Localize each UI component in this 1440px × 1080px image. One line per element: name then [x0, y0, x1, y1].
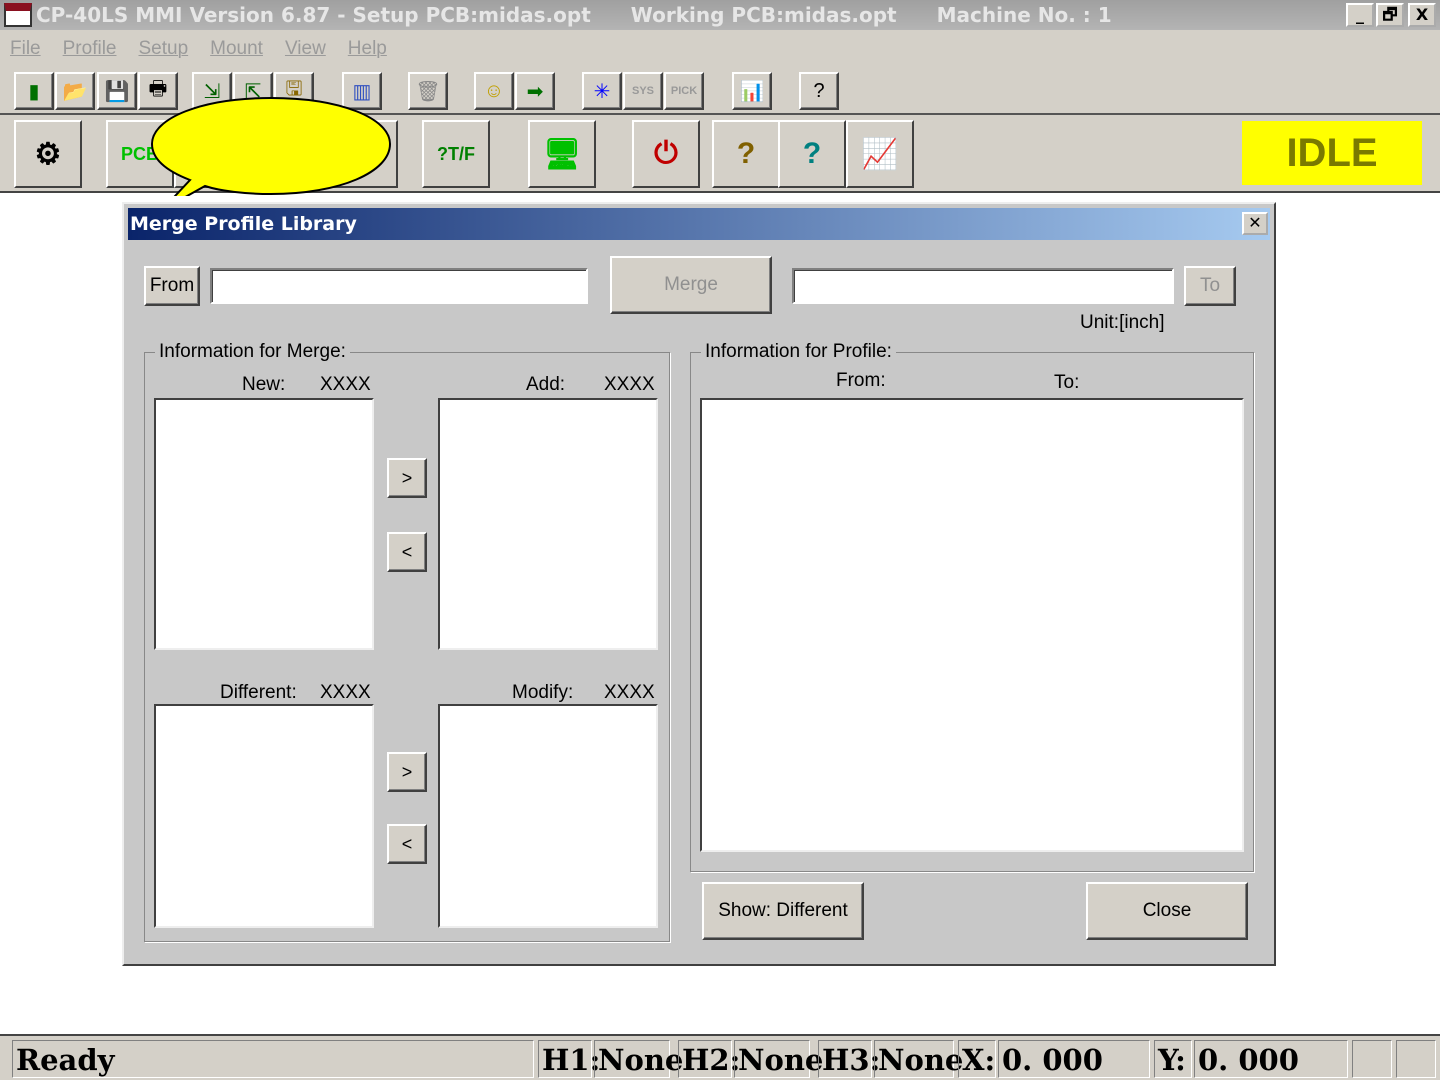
feeder-help-button[interactable]: ? [712, 120, 780, 188]
menu-bar: File Profile Setup Mount View Help [0, 30, 1440, 68]
callout-bubble [150, 96, 392, 196]
stats-help-icon: 📈 [861, 137, 899, 171]
monitor-button[interactable]: 🖥 [528, 120, 596, 188]
smiley-icon: ☺ [483, 79, 505, 102]
help-button[interactable]: ? [799, 72, 839, 110]
x-value: 0. 000 [998, 1040, 1150, 1078]
new-count: XXXX [320, 374, 371, 395]
nozzle-help-icon: ? [802, 137, 822, 170]
pick-button[interactable]: PICK [664, 72, 704, 110]
merge-button[interactable]: Merge [610, 256, 772, 314]
different-list[interactable] [154, 704, 374, 928]
different-count: XXXX [320, 682, 371, 703]
menu-file[interactable]: File [10, 38, 41, 60]
close-button[interactable]: Close [1086, 882, 1248, 940]
sys-button[interactable]: SYS [623, 72, 663, 110]
minimize-button[interactable]: _ [1346, 3, 1374, 27]
add-list[interactable] [438, 398, 658, 650]
h1-label: H1: [538, 1040, 600, 1078]
menu-view[interactable]: View [285, 38, 326, 60]
status-pane-extra-2 [1396, 1040, 1436, 1078]
h3-value: None [874, 1040, 963, 1078]
component-button[interactable]: ⚙ [14, 120, 82, 188]
dialog-title: Merge Profile Library [128, 208, 1270, 240]
exit-icon: ➡ [526, 80, 544, 103]
save-icon: 💾 [104, 80, 130, 103]
sys-icon: SYS [631, 85, 654, 97]
status-pane-extra-1 [1352, 1040, 1392, 1078]
delete-icon: 🗑 [415, 80, 441, 103]
move-to-modify-button[interactable]: > [387, 752, 427, 792]
h2-label: H2: [678, 1040, 740, 1078]
chart-icon: 📊 [739, 80, 765, 103]
tf-keyboard-icon: ?T/F [437, 143, 475, 164]
chart-button[interactable]: 📊 [732, 72, 772, 110]
status-bar: Ready H1: None H2: None H3: None X: 0. 0… [0, 1034, 1440, 1080]
help-icon: ? [813, 79, 825, 102]
new-list[interactable] [154, 398, 374, 650]
window-title: CP-40LS MMI Version 6.87 - Setup PCB:mid… [36, 3, 591, 27]
save-button[interactable]: 💾 [97, 72, 137, 110]
monitor-icon: 🖥 [542, 137, 582, 171]
origin-icon: ✳ [593, 80, 611, 103]
h1-value: None [594, 1040, 683, 1078]
modify-label: Modify: [512, 682, 574, 703]
show-different-button[interactable]: Show: Different [702, 882, 864, 940]
nozzle-help-button[interactable]: ? [778, 120, 846, 188]
move-to-add-button[interactable]: > [387, 458, 427, 498]
modify-count: XXXX [604, 682, 655, 703]
y-label: Y: [1154, 1040, 1192, 1078]
machine-number: Machine No. : 1 [936, 3, 1112, 27]
app-icon [4, 3, 32, 27]
h2-value: None [734, 1040, 823, 1078]
add-label: Add: [526, 374, 566, 395]
new-label: New: [242, 374, 286, 395]
menu-help[interactable]: Help [348, 38, 387, 60]
to-path-input[interactable] [792, 268, 1174, 304]
stats-help-button[interactable]: 📈 [846, 120, 914, 188]
merge-info-label: Information for Merge: [155, 341, 350, 363]
to-button[interactable]: To [1184, 266, 1236, 306]
open-folder-button[interactable]: 📂 [55, 72, 95, 110]
profile-info-label: Information for Profile: [701, 341, 896, 363]
title-bar: CP-40LS MMI Version 6.87 - Setup PCB:mid… [0, 0, 1440, 30]
to-column-label: To: [1054, 372, 1080, 393]
on-off-icon: ⏻ [654, 137, 678, 170]
origin-button[interactable]: ✳ [582, 72, 622, 110]
from-path-input[interactable] [210, 268, 588, 304]
new-file-icon: ▮ [28, 80, 40, 103]
dialog-close-button[interactable]: ✕ [1242, 212, 1268, 235]
menu-profile[interactable]: Profile [63, 38, 117, 60]
add-count: XXXX [604, 374, 655, 395]
component-icon: ⚙ [34, 137, 62, 171]
profile-list[interactable] [700, 398, 1244, 852]
smiley-button[interactable]: ☺ [474, 72, 514, 110]
unit-label: Unit:[inch] [1080, 312, 1165, 333]
menu-setup[interactable]: Setup [138, 38, 188, 60]
delete-button[interactable]: 🗑 [408, 72, 448, 110]
merge-profile-library-dialog: Merge Profile Library ✕ From Merge To Un… [122, 202, 1276, 966]
different-label: Different: [220, 682, 297, 703]
machine-status-indicator: IDLE [1242, 121, 1422, 185]
exit-button[interactable]: ➡ [515, 72, 555, 110]
open-folder-icon: 📂 [62, 80, 88, 103]
y-value: 0. 000 [1194, 1040, 1348, 1078]
restore-button[interactable]: 🗗 [1376, 3, 1404, 27]
move-from-add-button[interactable]: < [387, 532, 427, 572]
new-file-button[interactable]: ▮ [14, 72, 54, 110]
from-button[interactable]: From [144, 266, 200, 306]
feeder-help-icon: ? [736, 137, 756, 170]
menu-mount[interactable]: Mount [210, 38, 263, 60]
pick-icon: PICK [670, 85, 698, 97]
x-label: X: [958, 1040, 996, 1078]
modify-list[interactable] [438, 704, 658, 928]
tf-keyboard-button[interactable]: ?T/F [422, 120, 490, 188]
status-text: Ready [12, 1040, 534, 1078]
from-column-label: From: [836, 370, 886, 391]
h3-label: H3: [818, 1040, 880, 1078]
working-pcb: Working PCB:midas.opt [630, 3, 897, 27]
close-window-button[interactable]: X [1408, 3, 1436, 27]
on-off-button[interactable]: ⏻ [632, 120, 700, 188]
move-from-modify-button[interactable]: < [387, 824, 427, 864]
